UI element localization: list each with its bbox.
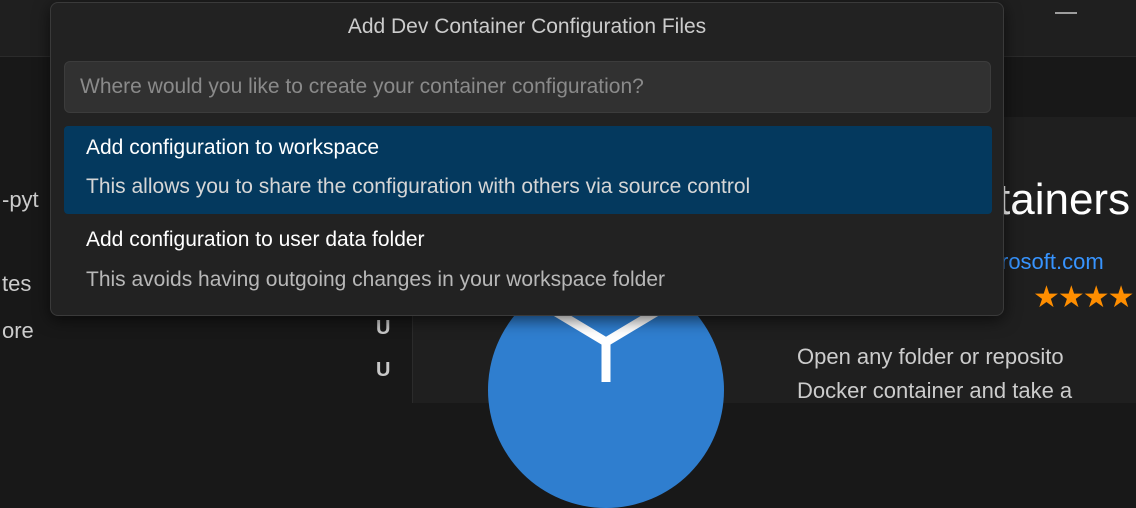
minimize-icon[interactable] (1055, 12, 1077, 14)
sidebar-item-label[interactable]: ore (2, 318, 34, 344)
publisher-link[interactable]: rosoft.com (1001, 249, 1104, 275)
quick-pick-dialog: Add Dev Container Configuration Files Ad… (50, 2, 1004, 316)
option-add-to-workspace[interactable]: Add configuration to workspace This allo… (64, 126, 992, 214)
extension-description-line: Docker container and take a (797, 378, 1073, 403)
option-detail: This avoids having outgoing changes in y… (86, 268, 666, 291)
git-untracked-badge: U (376, 317, 391, 339)
git-untracked-badge: U (376, 359, 391, 381)
option-add-to-user-data[interactable]: Add configuration to user data folder Th… (64, 214, 992, 302)
dialog-title: Add Dev Container Configuration Files (347, 15, 707, 38)
sidebar-item-label[interactable]: -pyt (2, 187, 39, 213)
option-label: Add configuration to workspace (86, 136, 380, 159)
search-input[interactable] (64, 61, 991, 113)
option-detail: This allows you to share the configurati… (86, 175, 751, 198)
extension-description-line: Open any folder or reposito (797, 344, 1064, 369)
sidebar-item-label[interactable]: tes (2, 271, 31, 297)
rating-stars-icon: ★★★★ (1033, 281, 1135, 314)
option-label: Add configuration to user data folder (86, 228, 425, 251)
extension-title: tainers (998, 175, 1131, 224)
